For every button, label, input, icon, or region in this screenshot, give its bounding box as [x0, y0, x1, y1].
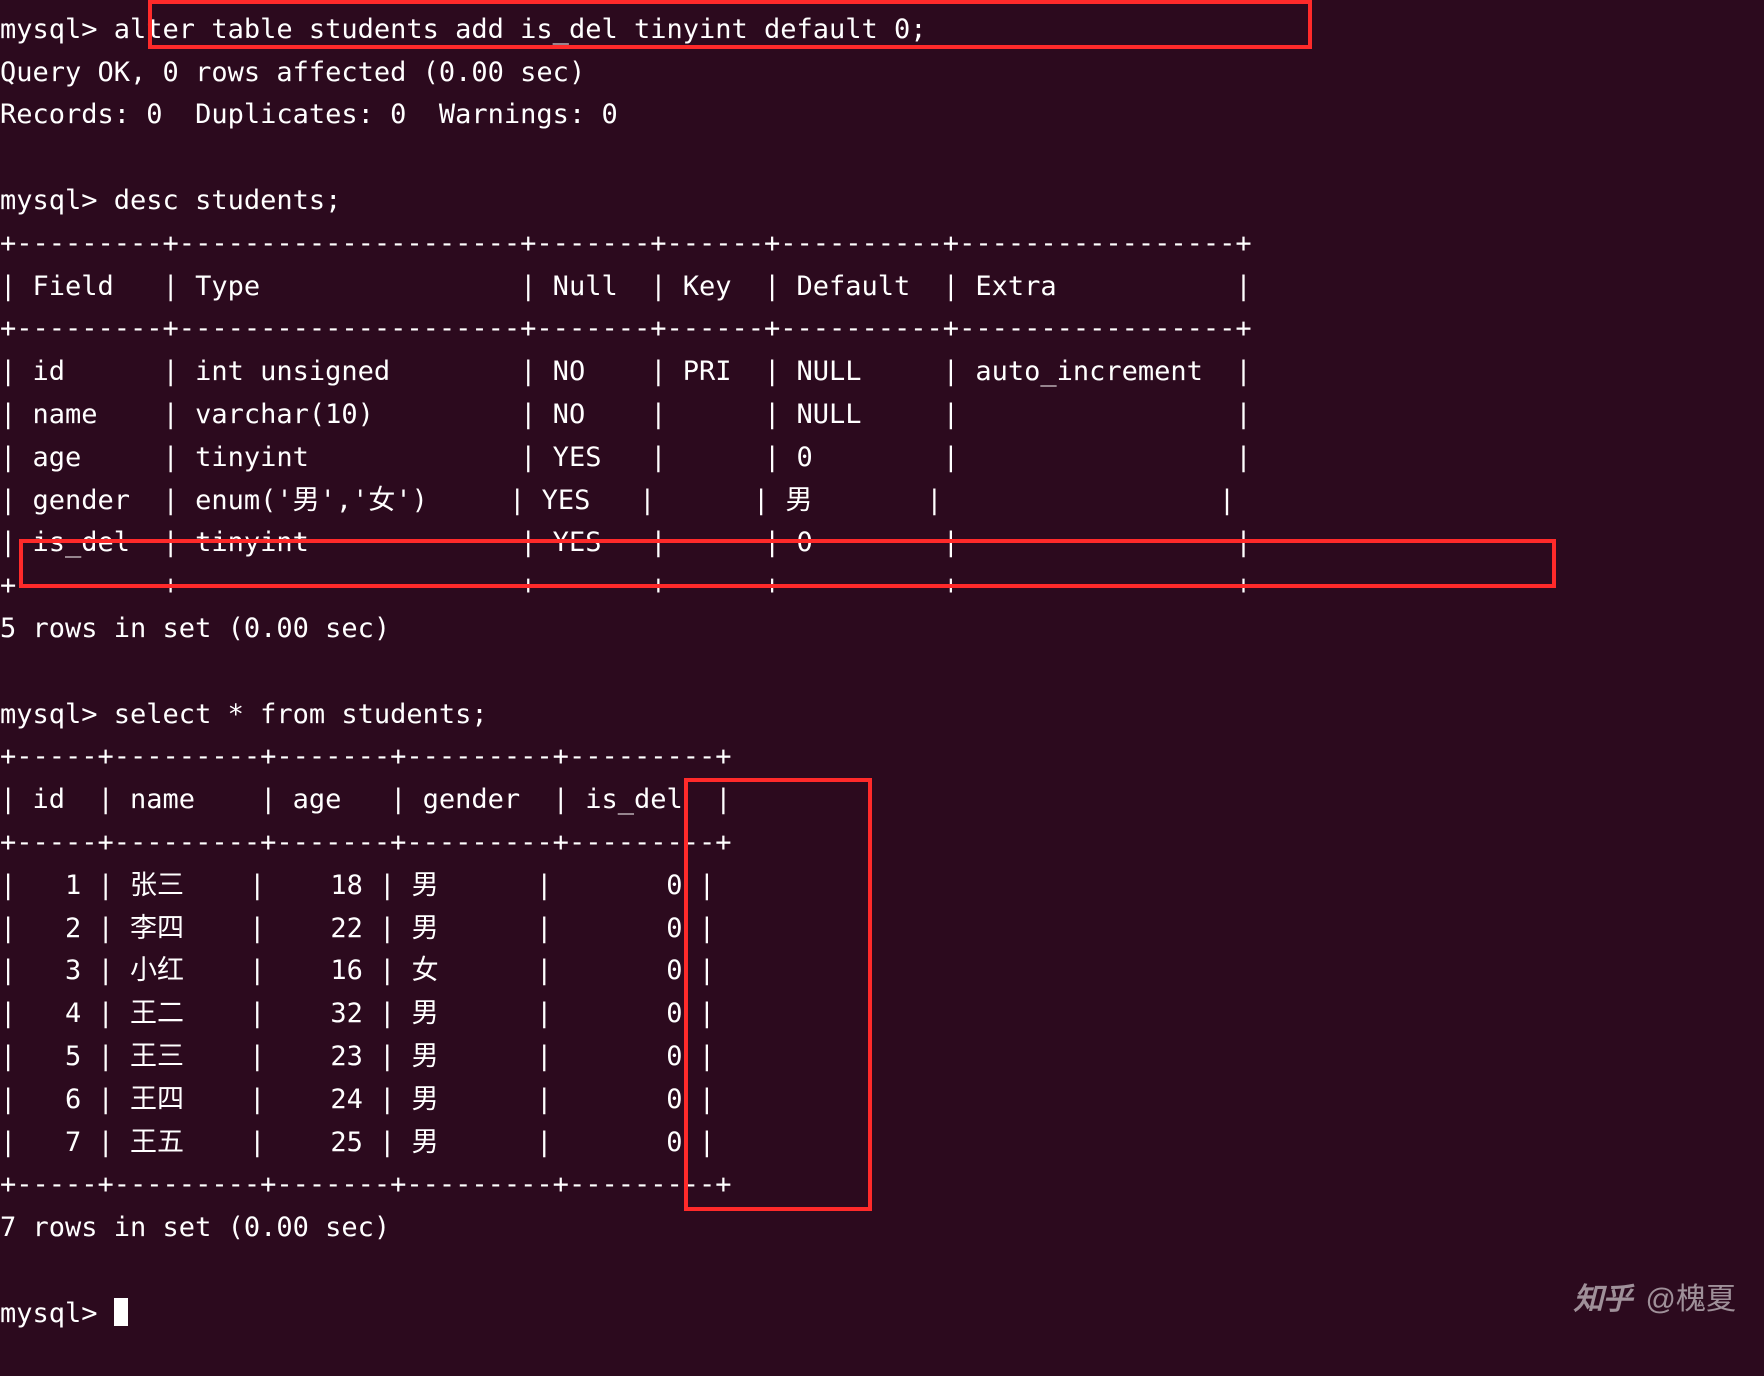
watermark-author: @槐夏	[1646, 1274, 1736, 1318]
terminal-cursor	[114, 1298, 128, 1326]
watermark: 知乎 @槐夏	[1574, 1274, 1736, 1318]
terminal-output[interactable]: mysql> alter table students add is_del t…	[0, 0, 1764, 1336]
zhihu-logo-icon: 知乎	[1574, 1274, 1632, 1318]
